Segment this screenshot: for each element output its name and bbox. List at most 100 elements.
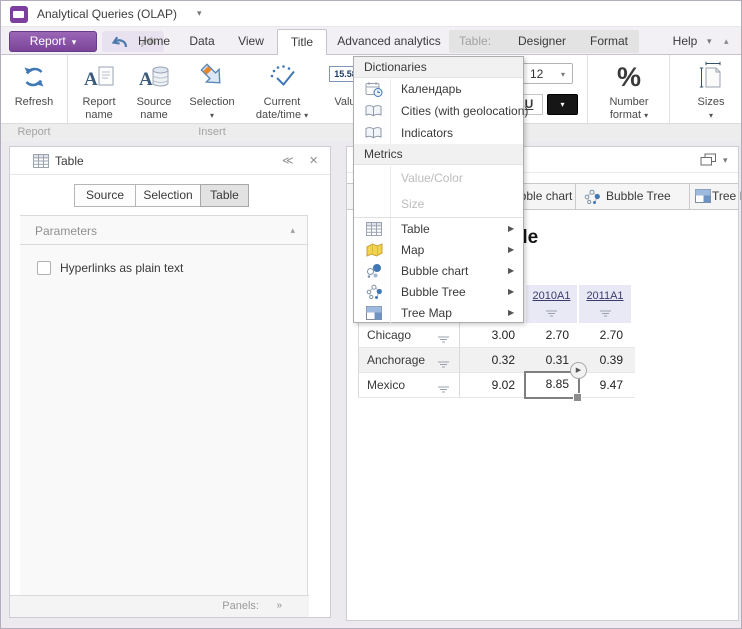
- number-format-button[interactable]: % Number format ▾: [597, 58, 661, 122]
- font-size-value: 12: [530, 67, 543, 81]
- filter-icon[interactable]: [437, 381, 450, 399]
- font-color-button[interactable]: ▾: [547, 94, 578, 115]
- tab-view[interactable]: View: [227, 29, 275, 54]
- tab-title-active[interactable]: Title: [277, 29, 327, 55]
- panel-tab-source[interactable]: Source: [74, 184, 136, 207]
- tab-data[interactable]: Data: [179, 29, 225, 54]
- number-format-label2: format: [610, 109, 641, 121]
- app-title[interactable]: Analytical Queries (OLAP): [37, 7, 177, 21]
- column-header-link[interactable]: 2010A1: [526, 290, 577, 302]
- tab-home[interactable]: Home: [129, 29, 179, 54]
- submenu-arrow-icon: ▶: [508, 287, 514, 296]
- panel-close-icon[interactable]: ✕: [309, 154, 318, 167]
- current-datetime-button[interactable]: Current date/time ▾: [245, 58, 319, 122]
- cascade-windows-icon[interactable]: [700, 153, 717, 172]
- report-menu-button[interactable]: Report▾: [9, 31, 97, 52]
- value-cell[interactable]: 2.70: [579, 323, 633, 347]
- menu-item-label: Bubble chart: [401, 264, 468, 278]
- menu-item-label: Map: [401, 243, 424, 257]
- current-datetime-label: Current: [245, 96, 319, 109]
- submenu-arrow-icon: ▶: [508, 308, 514, 317]
- column-header-2011A1[interactable]: 2011A1: [579, 285, 633, 323]
- ribbon-tab-row: Report▾ Home Data View Title Advanced an…: [1, 27, 741, 55]
- context-tab-group: Table: Designer Format: [449, 30, 639, 53]
- city-label: Mexico: [367, 378, 405, 392]
- row-header-cell[interactable]: Chicago: [358, 323, 460, 347]
- value-cell[interactable]: 9.47: [579, 373, 633, 397]
- view-tab-tree-map[interactable]: Tree Map: [712, 189, 742, 203]
- source-name-label: Source: [127, 96, 181, 109]
- filter-icon[interactable]: [437, 331, 450, 349]
- chevron-down-icon[interactable]: ▾: [197, 8, 202, 19]
- chevron-down-icon[interactable]: ▾: [707, 36, 712, 47]
- report-name-label: Report: [71, 96, 127, 109]
- sizes-label: Sizes: [683, 96, 739, 109]
- percent-icon: %: [617, 62, 641, 93]
- menu-item-value-color-disabled: Value/Color: [354, 165, 523, 191]
- value-cell[interactable]: 2.70: [526, 323, 579, 347]
- value-cell[interactable]: 9.02: [460, 373, 526, 397]
- menu-item-label: Table: [401, 222, 430, 236]
- filter-icon[interactable]: [579, 305, 631, 323]
- report-name-button[interactable]: A Report name: [71, 58, 127, 122]
- number-format-label: Number: [597, 96, 661, 109]
- selection-button[interactable]: Selection ▾: [183, 58, 241, 122]
- bubble-chart-icon: [362, 262, 386, 280]
- source-name-button[interactable]: A Source name: [127, 58, 181, 122]
- menu-item-bubble-tree[interactable]: Bubble Tree ▶: [354, 281, 523, 303]
- parameters-section: Parameters ▴ Hyperlinks as plain text: [20, 215, 308, 595]
- tab-format[interactable]: Format: [590, 30, 628, 53]
- menu-item-cities[interactable]: Cities (with geolocation): [354, 100, 523, 122]
- chevron-down-icon[interactable]: ▾: [723, 155, 728, 166]
- menu-section-dictionaries: Dictionaries: [354, 57, 523, 78]
- group-label-report: Report: [1, 126, 67, 138]
- panels-expand-icon[interactable]: »: [276, 600, 281, 611]
- parameters-title: Parameters: [35, 224, 97, 238]
- app-icon: [10, 6, 28, 23]
- row-header-cell[interactable]: Mexico: [358, 373, 460, 397]
- menu-item-bubble-chart[interactable]: Bubble chart ▶: [354, 260, 523, 282]
- menu-item-map[interactable]: Map ▶: [354, 239, 523, 261]
- cell-fill-handle[interactable]: [573, 393, 582, 402]
- value-cell[interactable]: 0.32: [460, 348, 526, 372]
- group-label-insert: Insert: [67, 126, 357, 138]
- tab-designer[interactable]: Designer: [518, 30, 566, 53]
- refresh-button[interactable]: Refresh: [5, 58, 63, 109]
- column-header-link[interactable]: 2011A1: [579, 290, 631, 302]
- hyperlinks-checkbox[interactable]: [37, 261, 51, 275]
- value-cell[interactable]: 3.00: [460, 323, 526, 347]
- bubble-tree-icon: [362, 283, 386, 301]
- context-group-label: Table:: [459, 30, 491, 53]
- svg-text:A: A: [84, 69, 98, 90]
- panel-tab-table-active[interactable]: Table: [200, 184, 249, 207]
- ribbon-collapse-icon[interactable]: ▴: [724, 36, 729, 47]
- chevron-down-icon: ▾: [644, 111, 648, 120]
- panel-collapse-icon[interactable]: ≪: [282, 154, 294, 167]
- submenu-arrow-icon: ▶: [508, 224, 514, 233]
- app-window: Analytical Queries (OLAP) ▾ Report▾ Home…: [0, 0, 742, 629]
- current-datetime-icon: [245, 58, 319, 96]
- filter-icon[interactable]: [526, 305, 577, 323]
- sizes-button[interactable]: Sizes ▾: [683, 58, 739, 122]
- collapse-section-icon[interactable]: ▴: [290, 225, 295, 236]
- undo-icon[interactable]: [109, 34, 131, 49]
- value-cell[interactable]: 0.39: [579, 348, 633, 372]
- view-tab-bubble-tree[interactable]: Bubble Tree: [606, 189, 671, 203]
- tree-map-icon: [695, 189, 711, 208]
- cell-action-handle-icon[interactable]: ▶: [570, 362, 587, 379]
- menu-item-label: Indicators: [401, 126, 453, 140]
- column-header-2010A1[interactable]: 2010A1: [526, 285, 579, 323]
- parameters-section-header[interactable]: Parameters ▴: [20, 216, 307, 245]
- submenu-arrow-icon: ▶: [508, 245, 514, 254]
- tab-separator: [575, 184, 576, 209]
- tab-help[interactable]: Help: [661, 29, 709, 54]
- menu-item-calendar[interactable]: Календарь: [354, 78, 523, 100]
- menu-item-tree-map[interactable]: Tree Map ▶: [354, 302, 523, 324]
- filter-icon[interactable]: [437, 356, 450, 374]
- tab-advanced-analytics[interactable]: Advanced analytics: [331, 29, 447, 54]
- menu-item-table[interactable]: Table ▶: [354, 218, 523, 240]
- panel-tab-selection[interactable]: Selection: [135, 184, 201, 207]
- insert-dropdown-menu: Dictionaries Календарь Cities (with geol…: [353, 56, 524, 323]
- menu-item-indicators[interactable]: Indicators: [354, 122, 523, 144]
- row-header-cell[interactable]: Anchorage: [358, 348, 460, 372]
